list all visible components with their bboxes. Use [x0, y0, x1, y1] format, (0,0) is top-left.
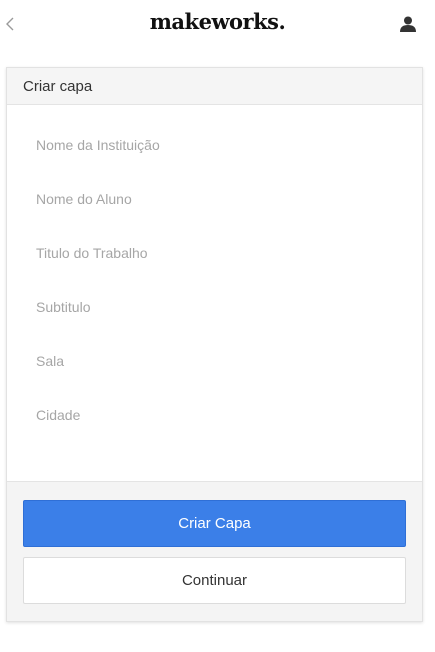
classroom-input[interactable]	[36, 349, 396, 373]
user-icon	[400, 16, 416, 32]
card-footer: Criar Capa Continuar	[7, 481, 422, 621]
continue-button[interactable]: Continuar	[23, 557, 406, 604]
subtitle-input[interactable]	[36, 295, 396, 319]
work-title-input[interactable]	[36, 241, 396, 265]
institution-name-input[interactable]	[36, 133, 396, 157]
city-input[interactable]	[36, 403, 396, 427]
create-cover-card: Criar capa Criar Capa Continuar	[6, 67, 423, 622]
app-logo[interactable]: makeworks.	[0, 9, 435, 34]
student-name-input[interactable]	[36, 187, 396, 211]
card-header: Criar capa	[7, 68, 422, 105]
card-title: Criar capa	[23, 77, 93, 95]
top-bar: makeworks.	[0, 0, 435, 48]
cover-form	[7, 105, 422, 481]
create-cover-button[interactable]: Criar Capa	[23, 500, 406, 547]
user-account-button[interactable]	[399, 15, 417, 33]
